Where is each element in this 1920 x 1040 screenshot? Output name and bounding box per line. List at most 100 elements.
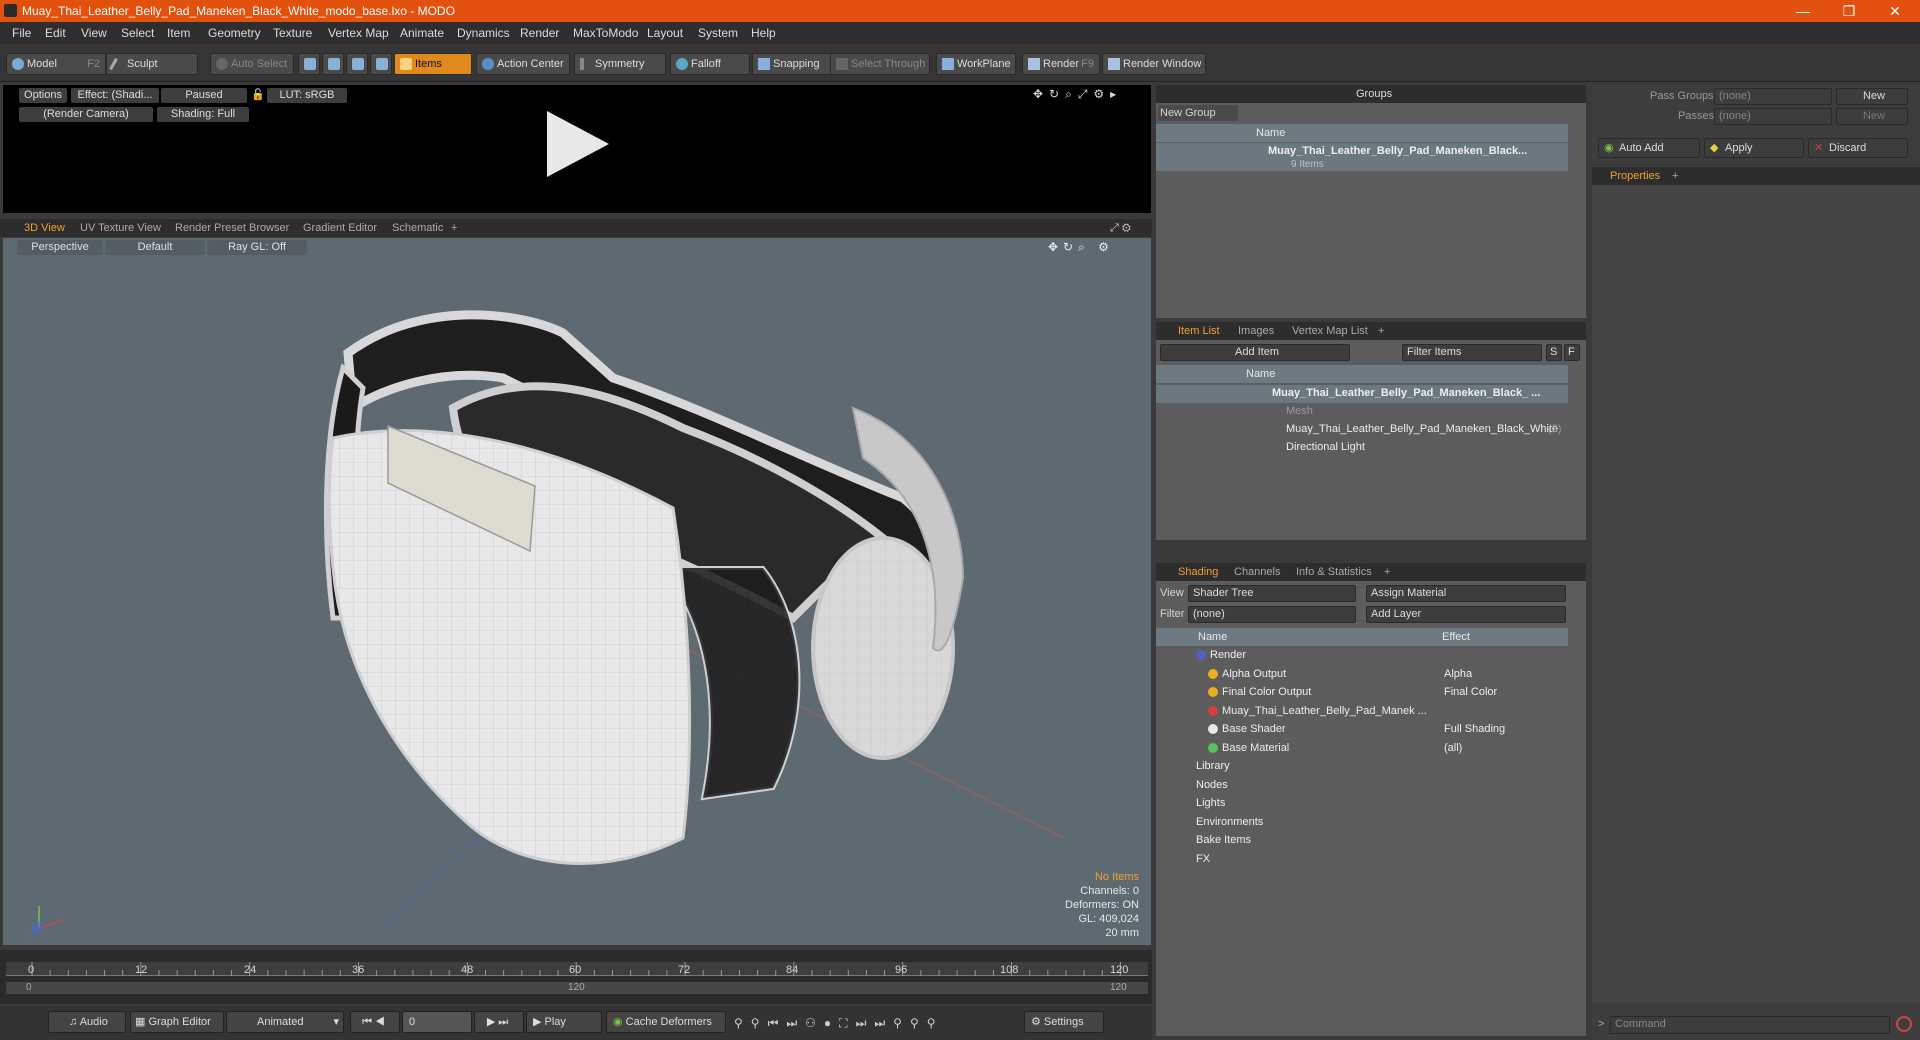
menu-animate[interactable]: Animate: [400, 26, 444, 40]
minimize-button[interactable]: —: [1780, 0, 1826, 22]
new-pass-group-button[interactable]: New: [1836, 88, 1908, 105]
tab-item-list[interactable]: Item List: [1178, 325, 1220, 337]
new-group-button[interactable]: New Group: [1158, 105, 1238, 121]
tab-uv-texture-view[interactable]: UV Texture View: [80, 222, 161, 234]
play-icon[interactable]: [543, 109, 613, 179]
rewind-buttons[interactable]: ⏮◀: [350, 1011, 400, 1033]
cache-deformers-button[interactable]: ◉ Cache Deformers: [606, 1011, 726, 1033]
tab-images[interactable]: Images: [1238, 325, 1274, 337]
new-pass-button[interactable]: New: [1836, 108, 1908, 125]
shader-row[interactable]: Final Color Output Final Color: [1156, 684, 1568, 702]
shader-row[interactable]: Lights: [1156, 795, 1568, 813]
add-layer-dropdown[interactable]: Add Layer: [1366, 606, 1566, 623]
preview-effect-dropdown[interactable]: Effect: (Shadi...: [71, 88, 159, 103]
tab-shading[interactable]: Shading: [1178, 566, 1218, 578]
frame-input[interactable]: 0: [402, 1011, 472, 1033]
preview-view-controls-icon[interactable]: ✥↻⌕⤢⚙▸: [1033, 87, 1148, 101]
shader-row[interactable]: Muay_Thai_Leather_Belly_Pad_Manek ...: [1156, 703, 1568, 721]
item-row-light[interactable]: Directional Light: [1156, 439, 1568, 457]
menu-render[interactable]: Render: [520, 26, 559, 40]
assign-material-dropdown[interactable]: Assign Material: [1366, 585, 1566, 602]
graph-editor-button[interactable]: ▦ Graph Editor: [130, 1011, 224, 1033]
shader-row[interactable]: Alpha Output Alpha: [1156, 666, 1568, 684]
apply-button[interactable]: ◆ Apply: [1704, 138, 1804, 158]
menu-maxtomodo[interactable]: MaxToModo: [573, 26, 638, 40]
settings-button[interactable]: ⚙ Settings: [1024, 1011, 1104, 1033]
preview-paused-button[interactable]: Paused: [161, 88, 247, 103]
item-row-scene[interactable]: Muay_Thai_Leather_Belly_Pad_Maneken_Blac…: [1156, 385, 1568, 403]
close-button[interactable]: ✕: [1872, 0, 1918, 22]
menu-geometry[interactable]: Geometry: [208, 26, 261, 40]
shader-row[interactable]: Library: [1156, 758, 1568, 776]
workplane-button[interactable]: WorkPlane: [936, 53, 1016, 75]
vertices-mode-button[interactable]: [298, 53, 320, 75]
lut-dropdown[interactable]: LUT: sRGB: [267, 88, 347, 103]
filter-s-button[interactable]: S: [1546, 344, 1562, 361]
menu-layout[interactable]: Layout: [647, 26, 683, 40]
snapping-button[interactable]: Snapping: [752, 53, 832, 75]
play-button[interactable]: ▶ Play: [526, 1011, 602, 1033]
symmetry-button[interactable]: Symmetry: [574, 53, 666, 75]
item-row-group[interactable]: Muay_Thai_Leather_Belly_Pad_Maneken_Blac…: [1156, 421, 1568, 439]
discard-button[interactable]: ✕ Discard: [1808, 138, 1908, 158]
timeline[interactable]: 0 12 24 36 48 60 72 84 96 108 120 0 120 …: [0, 950, 1152, 1004]
add-tab-button[interactable]: +: [1672, 170, 1678, 182]
add-tab-button[interactable]: +: [1384, 566, 1390, 578]
select-through-button[interactable]: Select Through: [830, 53, 930, 75]
shader-row[interactable]: FX: [1156, 851, 1568, 869]
items-mode-button[interactable]: Items: [394, 53, 472, 75]
filter-f-button[interactable]: F: [1564, 344, 1580, 361]
menu-system[interactable]: System: [698, 26, 738, 40]
auto-add-button[interactable]: ◉ Auto Add: [1598, 138, 1700, 158]
shader-row[interactable]: Render: [1156, 647, 1568, 665]
add-item-dropdown[interactable]: Add Item: [1160, 344, 1350, 361]
shader-row[interactable]: Base Material (all): [1156, 740, 1568, 758]
shader-row[interactable]: Base Shader Full Shading: [1156, 721, 1568, 739]
shading-dropdown[interactable]: Shading: Full: [157, 107, 249, 122]
filter-items-input[interactable]: Filter Items: [1402, 344, 1542, 361]
falloff-button[interactable]: Falloff: [670, 53, 750, 75]
menu-view[interactable]: View: [81, 26, 107, 40]
menu-file[interactable]: File: [12, 26, 31, 40]
menu-vertex-map[interactable]: Vertex Map: [328, 26, 389, 40]
lock-icon[interactable]: 🔓: [251, 88, 265, 103]
audio-button[interactable]: ♫ Audio: [48, 1011, 126, 1033]
group-row[interactable]: Muay_Thai_Leather_Belly_Pad_Maneken_Blac…: [1156, 143, 1568, 171]
command-input[interactable]: Command: [1610, 1016, 1890, 1034]
model-mode-button[interactable]: Model F2: [6, 53, 106, 75]
tab-gradient-editor[interactable]: Gradient Editor: [303, 222, 377, 234]
pass-groups-dropdown[interactable]: (none): [1714, 88, 1832, 105]
key-tools-icons[interactable]: ⚲⚲⏮⏭⚇●⛶⏭⏭⚲⚲⚲: [734, 1016, 1024, 1032]
materials-mode-button[interactable]: [370, 53, 392, 75]
filter-dropdown[interactable]: (none): [1188, 606, 1356, 623]
tab-vertex-map-list[interactable]: Vertex Map List: [1292, 325, 1368, 337]
tab-channels[interactable]: Channels: [1234, 566, 1280, 578]
forward-buttons[interactable]: ▶⏭: [474, 1011, 524, 1033]
shader-row[interactable]: Nodes: [1156, 777, 1568, 795]
render-window-button[interactable]: Render Window: [1102, 53, 1206, 75]
shader-row[interactable]: Bake Items: [1156, 832, 1568, 850]
add-tab-button[interactable]: +: [451, 222, 457, 234]
auto-select-button[interactable]: Auto Select: [210, 53, 294, 75]
animated-dropdown[interactable]: Animated ▾: [226, 1011, 344, 1033]
maximize-button[interactable]: ❐: [1826, 0, 1872, 22]
viewport-tab-options-icon[interactable]: ⤢ ⚙: [1110, 222, 1131, 235]
edges-mode-button[interactable]: [322, 53, 344, 75]
tab-properties[interactable]: Properties: [1610, 170, 1660, 182]
sculpt-mode-button[interactable]: Sculpt: [106, 53, 198, 75]
render-camera-dropdown[interactable]: (Render Camera): [19, 107, 153, 122]
menu-select[interactable]: Select: [121, 26, 154, 40]
tab-info-statistics[interactable]: Info & Statistics: [1296, 566, 1372, 578]
tab-schematic[interactable]: Schematic: [392, 222, 443, 234]
preview-options-button[interactable]: Options: [19, 88, 67, 103]
menu-item[interactable]: Item: [167, 26, 190, 40]
item-row-mesh[interactable]: Mesh: [1156, 403, 1568, 421]
3d-viewport[interactable]: Perspective Default Ray GL: Off ✥↻⌕ ⚙ No…: [3, 238, 1151, 945]
render-preview[interactable]: Options Effect: (Shadi... Paused 🔓 LUT: …: [3, 85, 1151, 213]
menu-help[interactable]: Help: [751, 26, 776, 40]
tab-3d-view[interactable]: 3D View: [24, 222, 65, 234]
menu-edit[interactable]: Edit: [45, 26, 66, 40]
polygons-mode-button[interactable]: [346, 53, 368, 75]
menu-dynamics[interactable]: Dynamics: [457, 26, 510, 40]
view-dropdown[interactable]: Shader Tree: [1188, 585, 1356, 602]
